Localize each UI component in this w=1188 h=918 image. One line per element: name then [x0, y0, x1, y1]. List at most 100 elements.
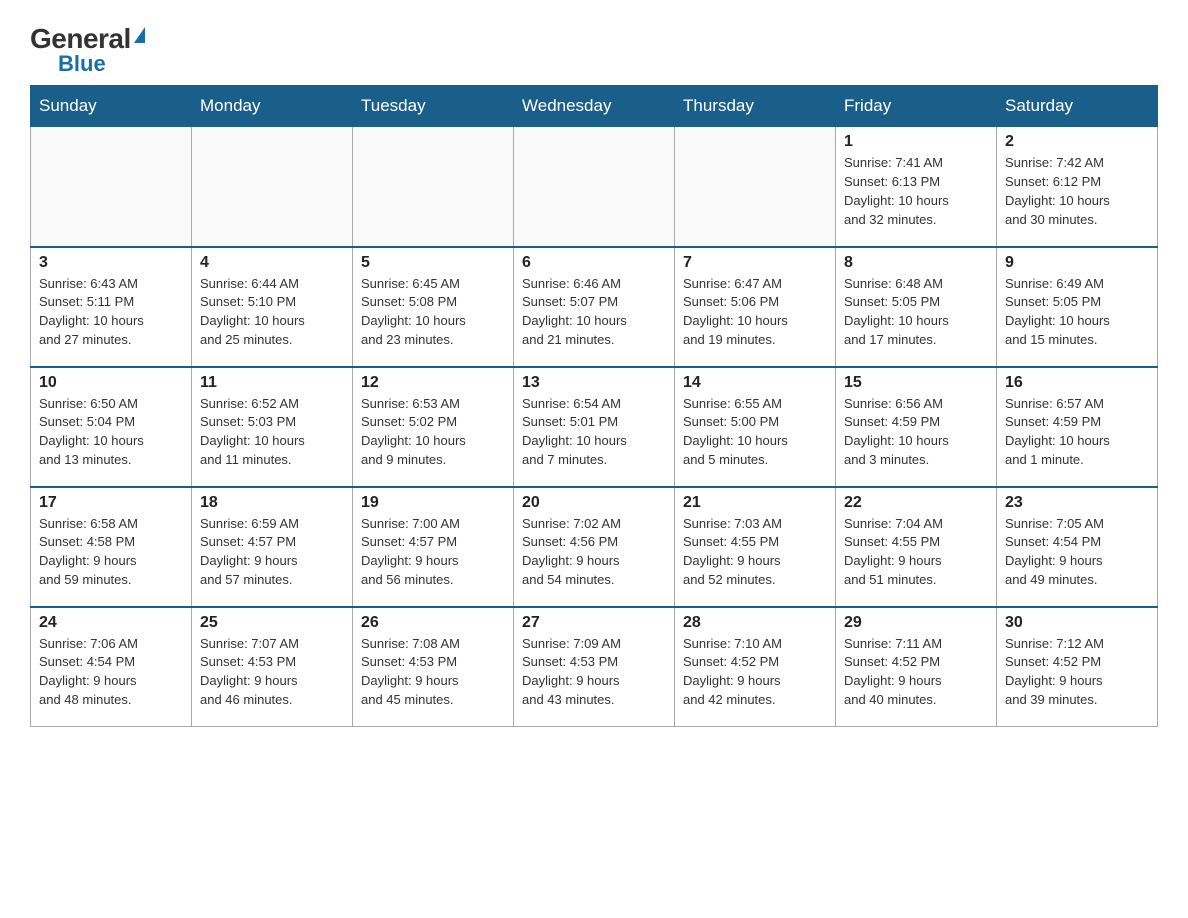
day-number: 23 — [1005, 494, 1149, 512]
day-number: 5 — [361, 254, 505, 272]
day-number: 22 — [844, 494, 988, 512]
day-info: Sunrise: 6:58 AMSunset: 4:58 PMDaylight:… — [39, 515, 183, 590]
day-info: Sunrise: 7:00 AMSunset: 4:57 PMDaylight:… — [361, 515, 505, 590]
day-info: Sunrise: 6:53 AMSunset: 5:02 PMDaylight:… — [361, 395, 505, 470]
calendar-cell: 5 Sunrise: 6:45 AMSunset: 5:08 PMDaylight… — [353, 247, 514, 367]
weekday-header-thursday: Thursday — [675, 86, 836, 127]
day-number: 6 — [522, 254, 666, 272]
day-info: Sunrise: 7:41 AMSunset: 6:13 PMDaylight:… — [844, 154, 988, 229]
day-info: Sunrise: 6:46 AMSunset: 5:07 PMDaylight:… — [522, 275, 666, 350]
day-info: Sunrise: 6:44 AMSunset: 5:10 PMDaylight:… — [200, 275, 344, 350]
day-number: 29 — [844, 614, 988, 632]
day-number: 30 — [1005, 614, 1149, 632]
day-info: Sunrise: 7:07 AMSunset: 4:53 PMDaylight:… — [200, 635, 344, 710]
calendar-cell: 26 Sunrise: 7:08 AMSunset: 4:53 PMDayligh… — [353, 607, 514, 727]
weekday-header-tuesday: Tuesday — [353, 86, 514, 127]
day-number: 10 — [39, 374, 183, 392]
day-number: 3 — [39, 254, 183, 272]
day-number: 16 — [1005, 374, 1149, 392]
day-info: Sunrise: 7:12 AMSunset: 4:52 PMDaylight:… — [1005, 635, 1149, 710]
day-number: 9 — [1005, 254, 1149, 272]
day-info: Sunrise: 6:50 AMSunset: 5:04 PMDaylight:… — [39, 395, 183, 470]
calendar-cell: 30 Sunrise: 7:12 AMSunset: 4:52 PMDayligh… — [997, 607, 1158, 727]
calendar-week-row: 17 Sunrise: 6:58 AMSunset: 4:58 PMDayligh… — [31, 487, 1158, 607]
day-number: 25 — [200, 614, 344, 632]
day-number: 26 — [361, 614, 505, 632]
calendar-cell: 25 Sunrise: 7:07 AMSunset: 4:53 PMDayligh… — [192, 607, 353, 727]
day-info: Sunrise: 7:05 AMSunset: 4:54 PMDaylight:… — [1005, 515, 1149, 590]
day-number: 12 — [361, 374, 505, 392]
calendar-cell: 19 Sunrise: 7:00 AMSunset: 4:57 PMDayligh… — [353, 487, 514, 607]
calendar-cell: 15Sunrise: 6:56 AMSunset: 4:59 PMDayligh… — [836, 367, 997, 487]
calendar-cell: 21 Sunrise: 7:03 AMSunset: 4:55 PMDayligh… — [675, 487, 836, 607]
calendar-cell: 1 Sunrise: 7:41 AMSunset: 6:13 PMDaylight… — [836, 127, 997, 247]
day-number: 18 — [200, 494, 344, 512]
calendar-week-row: 24 Sunrise: 7:06 AMSunset: 4:54 PMDayligh… — [31, 607, 1158, 727]
day-info: Sunrise: 7:11 AMSunset: 4:52 PMDaylight:… — [844, 635, 988, 710]
day-info: Sunrise: 7:10 AMSunset: 4:52 PMDaylight:… — [683, 635, 827, 710]
calendar-cell — [353, 127, 514, 247]
day-info: Sunrise: 6:48 AMSunset: 5:05 PMDaylight:… — [844, 275, 988, 350]
day-info: Sunrise: 6:55 AMSunset: 5:00 PMDaylight:… — [683, 395, 827, 470]
logo: General Blue — [30, 20, 145, 75]
weekday-header-friday: Friday — [836, 86, 997, 127]
logo-triangle-icon — [134, 27, 145, 43]
day-number: 14 — [683, 374, 827, 392]
calendar-cell: 7 Sunrise: 6:47 AMSunset: 5:06 PMDaylight… — [675, 247, 836, 367]
day-number: 2 — [1005, 133, 1149, 151]
weekday-header-sunday: Sunday — [31, 86, 192, 127]
calendar-cell — [514, 127, 675, 247]
calendar-cell: 13 Sunrise: 6:54 AMSunset: 5:01 PMDayligh… — [514, 367, 675, 487]
day-number: 13 — [522, 374, 666, 392]
day-number: 19 — [361, 494, 505, 512]
calendar-table: SundayMondayTuesdayWednesdayThursdayFrid… — [30, 85, 1158, 727]
day-number: 21 — [683, 494, 827, 512]
day-number: 17 — [39, 494, 183, 512]
day-info: Sunrise: 6:52 AMSunset: 5:03 PMDaylight:… — [200, 395, 344, 470]
day-number: 1 — [844, 133, 988, 151]
day-info: Sunrise: 6:56 AMSunset: 4:59 PMDaylight:… — [844, 395, 988, 470]
calendar-cell: 29 Sunrise: 7:11 AMSunset: 4:52 PMDayligh… — [836, 607, 997, 727]
day-info: Sunrise: 6:54 AMSunset: 5:01 PMDaylight:… — [522, 395, 666, 470]
calendar-week-row: 10 Sunrise: 6:50 AMSunset: 5:04 PMDayligh… — [31, 367, 1158, 487]
calendar-cell: 24 Sunrise: 7:06 AMSunset: 4:54 PMDayligh… — [31, 607, 192, 727]
day-info: Sunrise: 6:47 AMSunset: 5:06 PMDaylight:… — [683, 275, 827, 350]
day-number: 7 — [683, 254, 827, 272]
calendar-cell: 2 Sunrise: 7:42 AMSunset: 6:12 PMDaylight… — [997, 127, 1158, 247]
day-info: Sunrise: 7:02 AMSunset: 4:56 PMDaylight:… — [522, 515, 666, 590]
day-info: Sunrise: 7:08 AMSunset: 4:53 PMDaylight:… — [361, 635, 505, 710]
calendar-cell: 23 Sunrise: 7:05 AMSunset: 4:54 PMDayligh… — [997, 487, 1158, 607]
day-number: 11 — [200, 374, 344, 392]
calendar-cell: 10 Sunrise: 6:50 AMSunset: 5:04 PMDayligh… — [31, 367, 192, 487]
day-info: Sunrise: 6:49 AMSunset: 5:05 PMDaylight:… — [1005, 275, 1149, 350]
day-info: Sunrise: 6:59 AMSunset: 4:57 PMDaylight:… — [200, 515, 344, 590]
day-info: Sunrise: 6:45 AMSunset: 5:08 PMDaylight:… — [361, 275, 505, 350]
day-number: 8 — [844, 254, 988, 272]
weekday-header-monday: Monday — [192, 86, 353, 127]
calendar-cell — [192, 127, 353, 247]
header: General Blue — [30, 20, 1158, 75]
calendar-cell: 12 Sunrise: 6:53 AMSunset: 5:02 PMDayligh… — [353, 367, 514, 487]
day-info: Sunrise: 7:06 AMSunset: 4:54 PMDaylight:… — [39, 635, 183, 710]
calendar-cell: 14 Sunrise: 6:55 AMSunset: 5:00 PMDayligh… — [675, 367, 836, 487]
logo-general-text: General — [30, 25, 131, 53]
calendar-cell: 9 Sunrise: 6:49 AMSunset: 5:05 PMDaylight… — [997, 247, 1158, 367]
day-info: Sunrise: 7:03 AMSunset: 4:55 PMDaylight:… — [683, 515, 827, 590]
calendar-cell: 11 Sunrise: 6:52 AMSunset: 5:03 PMDayligh… — [192, 367, 353, 487]
calendar-cell: 4 Sunrise: 6:44 AMSunset: 5:10 PMDaylight… — [192, 247, 353, 367]
day-info: Sunrise: 7:42 AMSunset: 6:12 PMDaylight:… — [1005, 154, 1149, 229]
calendar-header-row: SundayMondayTuesdayWednesdayThursdayFrid… — [31, 86, 1158, 127]
day-number: 4 — [200, 254, 344, 272]
calendar-cell — [675, 127, 836, 247]
calendar-week-row: 1 Sunrise: 7:41 AMSunset: 6:13 PMDaylight… — [31, 127, 1158, 247]
calendar-cell: 8 Sunrise: 6:48 AMSunset: 5:05 PMDaylight… — [836, 247, 997, 367]
day-number: 20 — [522, 494, 666, 512]
day-number: 28 — [683, 614, 827, 632]
calendar-cell: 28 Sunrise: 7:10 AMSunset: 4:52 PMDayligh… — [675, 607, 836, 727]
day-number: 24 — [39, 614, 183, 632]
calendar-cell: 16Sunrise: 6:57 AMSunset: 4:59 PMDayligh… — [997, 367, 1158, 487]
calendar-cell: 27Sunrise: 7:09 AMSunset: 4:53 PMDayligh… — [514, 607, 675, 727]
calendar-cell — [31, 127, 192, 247]
weekday-header-saturday: Saturday — [997, 86, 1158, 127]
calendar-cell: 17 Sunrise: 6:58 AMSunset: 4:58 PMDayligh… — [31, 487, 192, 607]
